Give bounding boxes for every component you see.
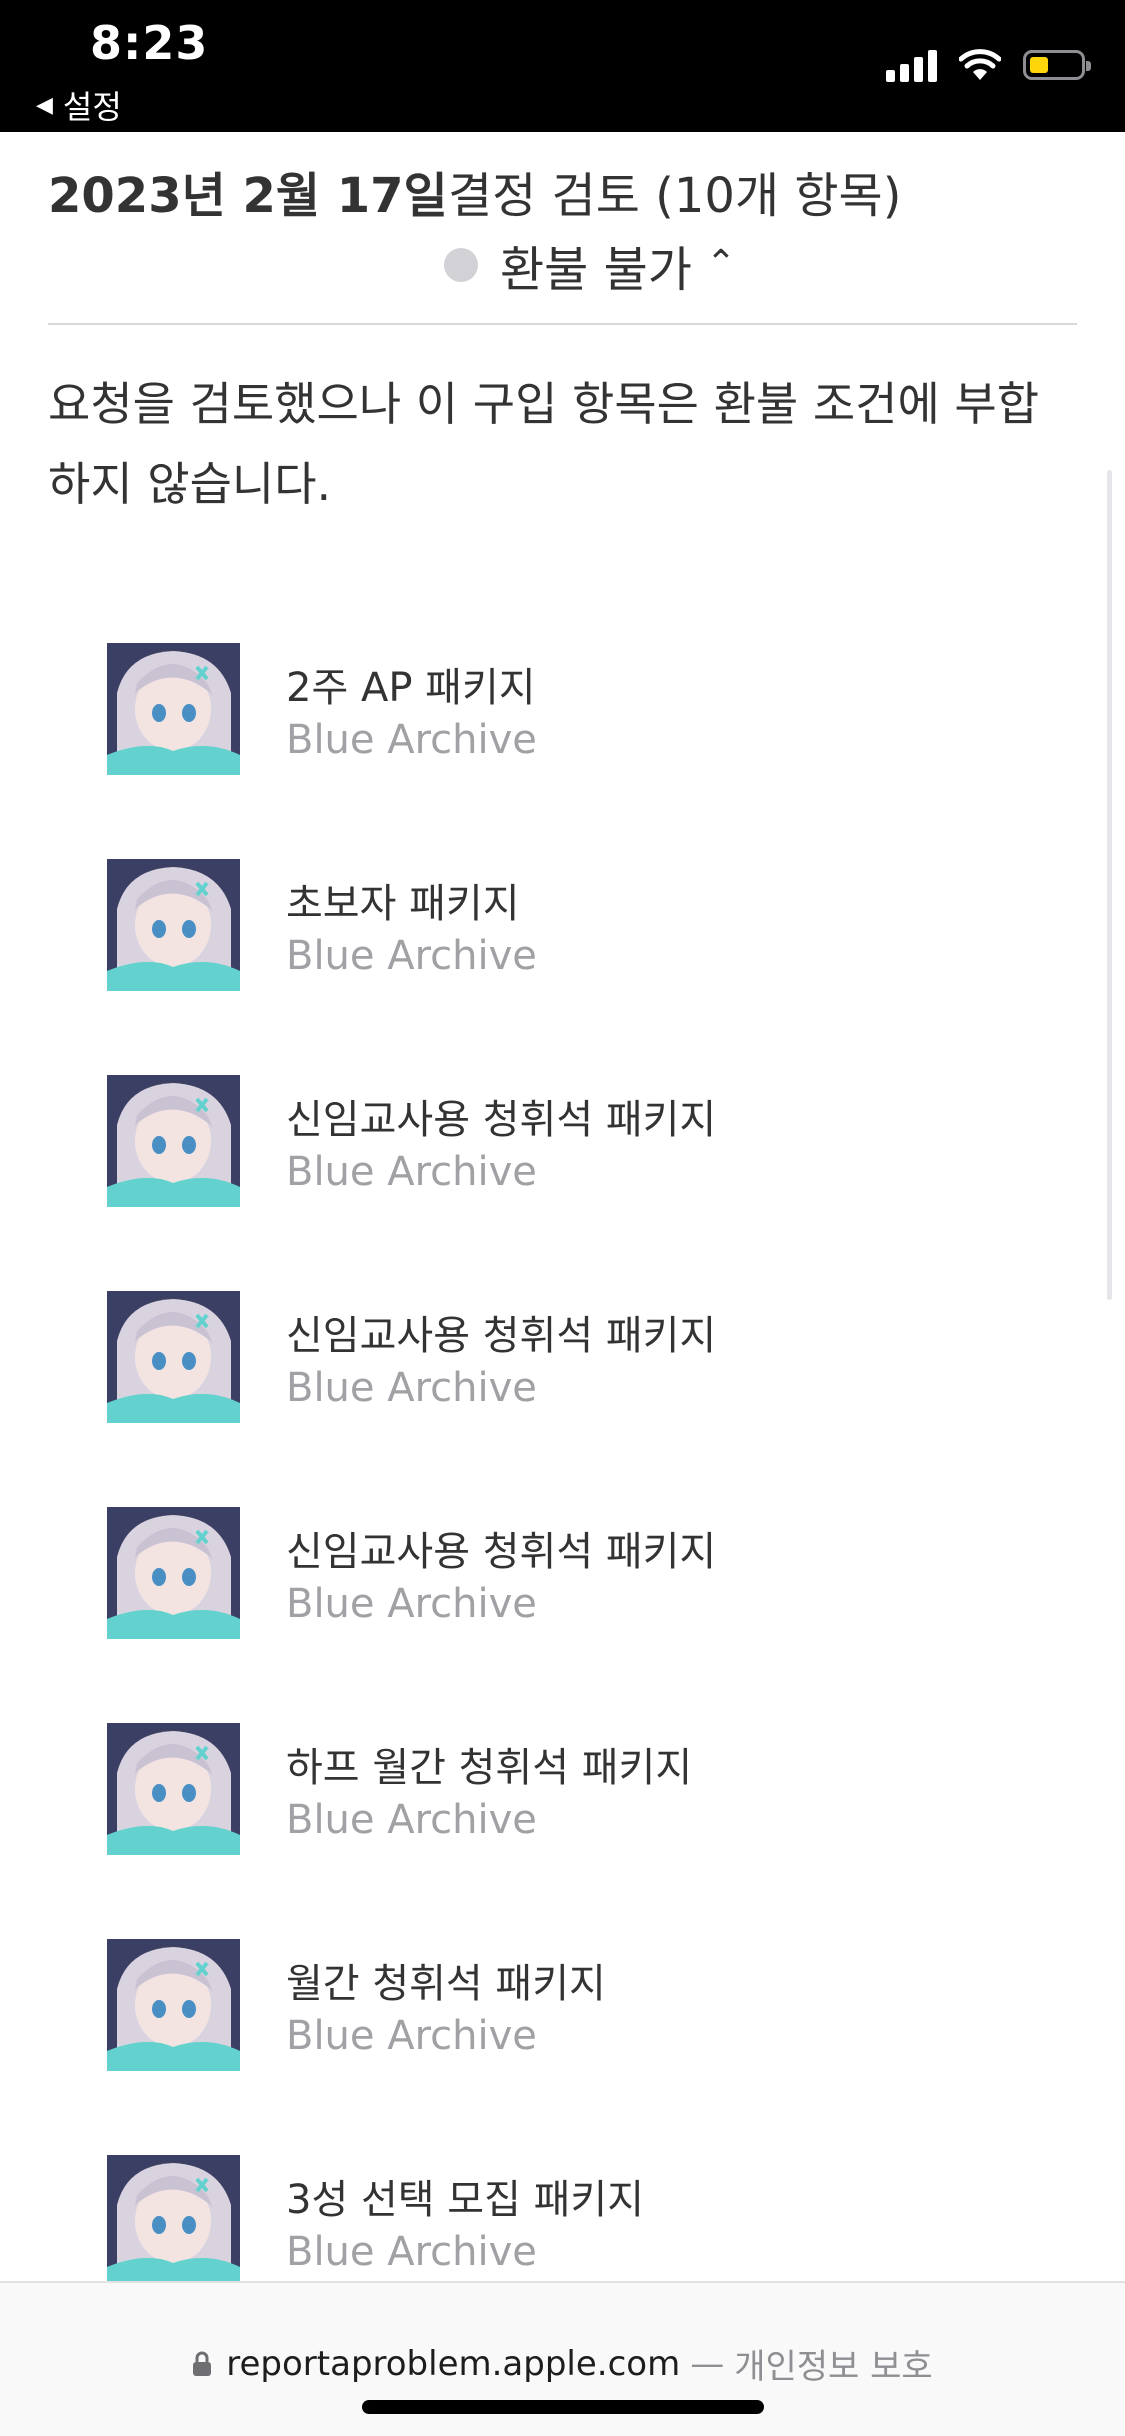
- decision-message: 요청을 검토했으나 이 구입 항목은 환불 조건에 부합하지 않습니다.: [48, 377, 1040, 511]
- item-title: 하프 월간 청휘석 패키지: [286, 1745, 693, 1791]
- item-subtitle: Blue Archive: [286, 2229, 537, 2275]
- app-thumbnail-image: [107, 1723, 240, 1855]
- list-item[interactable]: 초보자 패키지 Blue Archive: [107, 859, 1007, 991]
- item-subtitle: Blue Archive: [286, 717, 537, 763]
- item-title: 신임교사용 청휘석 패키지: [286, 1529, 717, 1575]
- clock: 8:23: [90, 16, 209, 70]
- item-subtitle: Blue Archive: [286, 1365, 537, 1411]
- status-dot-icon: [444, 248, 478, 282]
- back-label: 설정: [62, 88, 122, 126]
- cellular-signal-icon: [886, 48, 937, 82]
- url-separator: —: [690, 2343, 725, 2384]
- list-item[interactable]: 신임교사용 청휘석 패키지 Blue Archive: [107, 1507, 1007, 1639]
- purchase-date: 2023년 2월 17일: [48, 168, 448, 224]
- lock-icon: [193, 2351, 212, 2376]
- system-icons: [886, 48, 1091, 82]
- privacy-label: 개인정보 보호: [734, 2347, 933, 2387]
- item-subtitle: Blue Archive: [286, 933, 537, 979]
- back-triangle-icon: ◀: [36, 92, 53, 118]
- list-item[interactable]: 하프 월간 청휘석 패키지 Blue Archive: [107, 1723, 1007, 1855]
- item-title: 초보자 패키지: [286, 881, 520, 927]
- app-thumbnail-image: [107, 643, 240, 775]
- app-thumbnail-image: [107, 859, 240, 991]
- item-subtitle: Blue Archive: [286, 2013, 537, 2059]
- home-indicator: [362, 2400, 764, 2414]
- list-item[interactable]: 3성 선택 모집 패키지 Blue Archive: [107, 2155, 1007, 2287]
- back-to-settings-button[interactable]: ◀ 설정: [36, 82, 122, 128]
- list-item[interactable]: 신임교사용 청휘석 패키지 Blue Archive: [107, 1291, 1007, 1423]
- refund-status-label: 환불 불가: [500, 242, 692, 298]
- app-thumbnail-image: [107, 1075, 240, 1207]
- item-subtitle: Blue Archive: [286, 1149, 537, 1195]
- app-thumbnail-image: [107, 1939, 240, 2071]
- scroll-indicator: [1107, 470, 1112, 1300]
- list-item[interactable]: 2주 AP 패키지 Blue Archive: [107, 643, 1007, 775]
- item-subtitle: Blue Archive: [286, 1581, 537, 1627]
- url-display[interactable]: reportaproblem.apple.com — 개인정보 보호: [0, 2339, 1125, 2388]
- app-thumbnail-image: [107, 2155, 240, 2287]
- url-domain: reportaproblem.apple.com: [226, 2343, 681, 2384]
- app-thumbnail-image: [107, 1507, 240, 1639]
- refund-status-toggle[interactable]: 환불 불가 ⌃: [444, 230, 736, 300]
- item-subtitle: Blue Archive: [286, 1797, 537, 1843]
- divider: [48, 323, 1077, 325]
- app-thumbnail-image: [107, 1291, 240, 1423]
- item-title: 월간 청휘석 패키지: [286, 1961, 606, 2007]
- wifi-icon: [959, 49, 1001, 80]
- status-bar: 8:23 ◀ 설정: [0, 0, 1125, 132]
- chevron-up-icon: ⌃: [705, 242, 737, 284]
- item-title: 2주 AP 패키지: [286, 665, 536, 711]
- item-title: 신임교사용 청휘석 패키지: [286, 1313, 717, 1359]
- battery-icon: [1023, 50, 1091, 80]
- list-item[interactable]: 월간 청휘석 패키지 Blue Archive: [107, 1939, 1007, 2071]
- item-title: 3성 선택 모집 패키지: [286, 2177, 644, 2223]
- review-title: 결정 검토 (10개 항목): [448, 168, 902, 224]
- list-item[interactable]: 신임교사용 청휘석 패키지 Blue Archive: [107, 1075, 1007, 1207]
- item-title: 신임교사용 청휘석 패키지: [286, 1097, 717, 1143]
